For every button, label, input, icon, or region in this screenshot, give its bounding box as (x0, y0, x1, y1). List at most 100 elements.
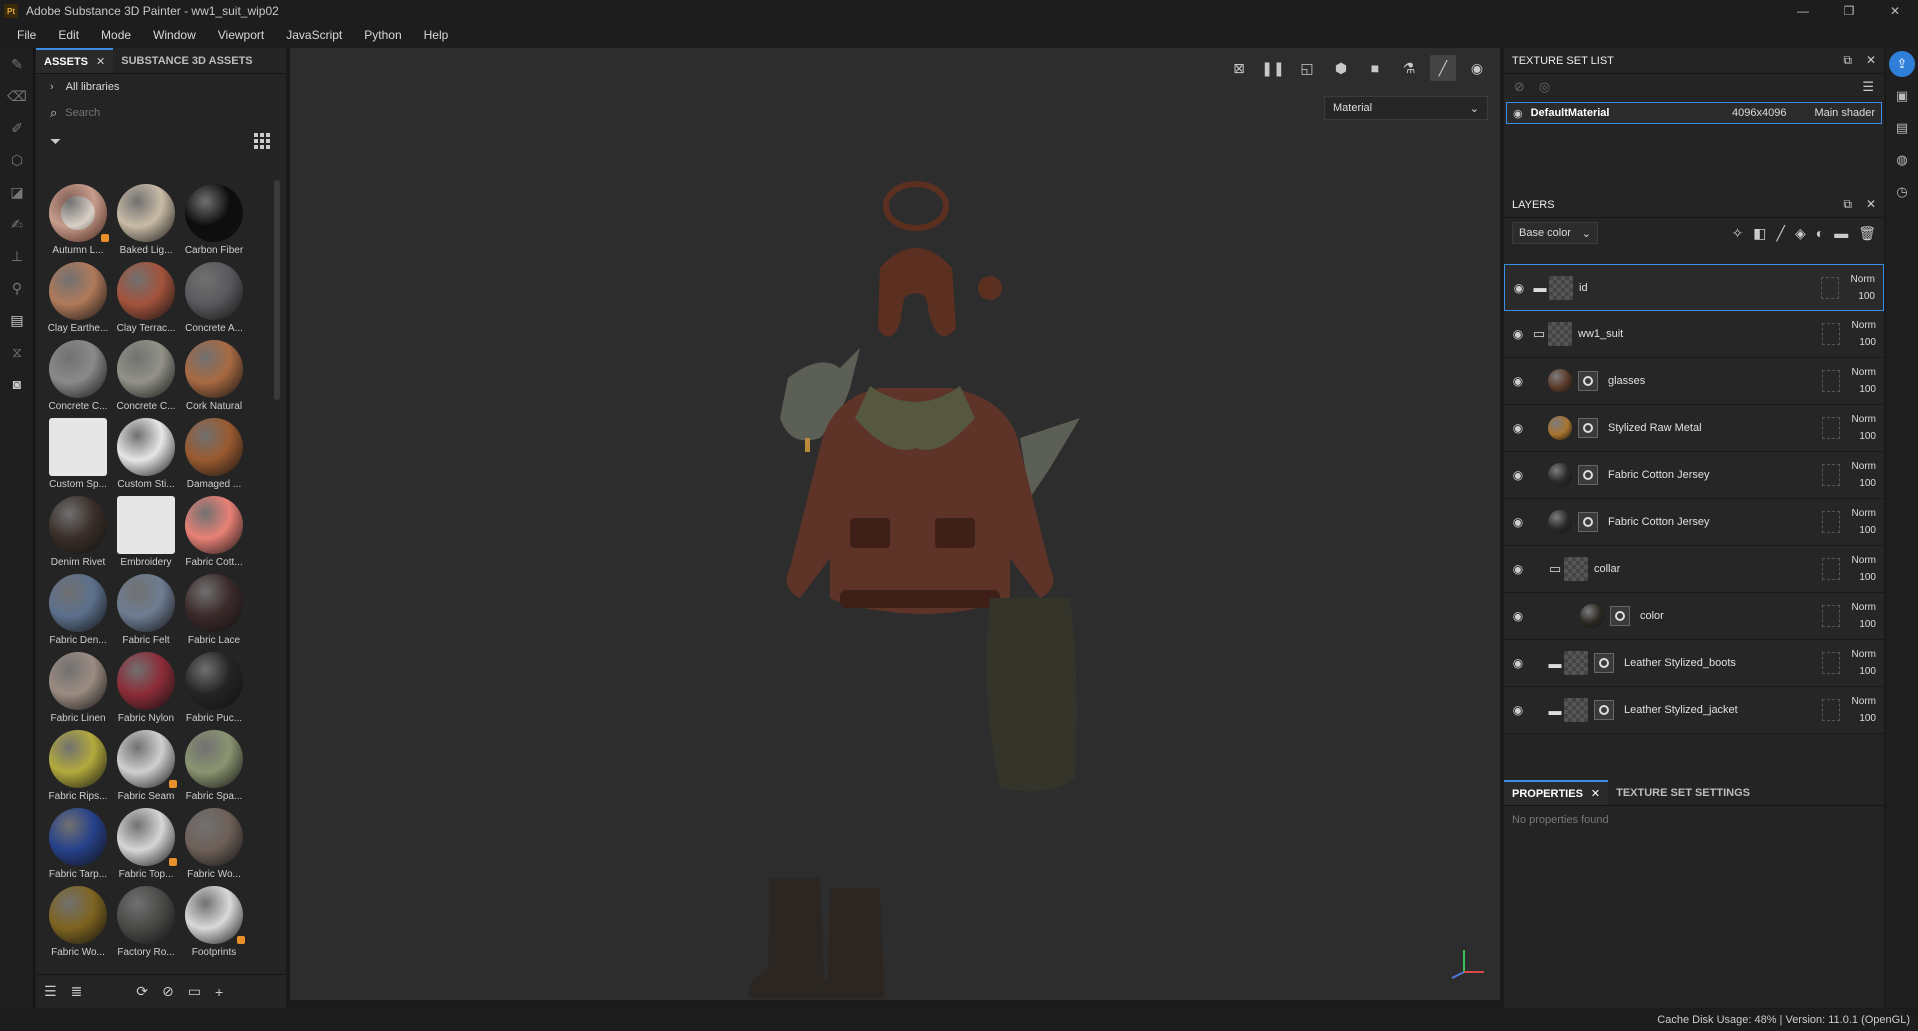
asset-item[interactable]: Fabric Rips... (44, 726, 112, 804)
polygon-fill-icon[interactable]: ◪ (0, 176, 34, 208)
filter-icon[interactable]: ⏷ (50, 133, 61, 150)
blend-mode[interactable]: Norm (1852, 552, 1876, 569)
visibility-icon[interactable]: ◎ (1539, 79, 1550, 95)
tab-assets[interactable]: ASSETS ✕ (36, 48, 114, 73)
layer-blend-settings[interactable]: Norm 100 (1852, 599, 1876, 633)
asset-item[interactable]: Fabric Lace (180, 570, 248, 648)
pause-icon[interactable]: ❚❚ (1260, 55, 1286, 81)
menu-icon[interactable]: ☰ (1862, 79, 1874, 95)
asset-item[interactable]: Fabric Cott... (180, 492, 248, 570)
asset-item[interactable]: Cork Natural (180, 336, 248, 414)
layer-blend-settings[interactable]: Norm 100 (1852, 458, 1876, 492)
layer-opacity[interactable]: 100 (1852, 663, 1876, 680)
layer-row[interactable]: ◉ Stylized Raw Metal Norm 100 (1504, 405, 1884, 452)
asset-item[interactable]: Fabric Spa... (180, 726, 248, 804)
layer-blend-swatch[interactable] (1821, 277, 1839, 299)
shader-settings-icon[interactable]: ▤ (1886, 112, 1918, 144)
asset-item[interactable]: Fabric Nylon (112, 648, 180, 726)
close-window-button[interactable]: ✕ (1872, 0, 1918, 22)
add-folder-icon[interactable]: ▬ (1834, 225, 1848, 242)
close-icon[interactable]: ✕ (1866, 197, 1876, 212)
layer-blend-swatch[interactable] (1822, 652, 1840, 674)
asset-item[interactable]: Fabric Seam (112, 726, 180, 804)
asset-item[interactable]: Custom Sp... (44, 414, 112, 492)
menu-python[interactable]: Python (353, 28, 412, 42)
blend-mode[interactable]: Norm (1852, 505, 1876, 522)
restore-button[interactable]: ❐ (1826, 0, 1872, 22)
eye-icon[interactable]: ◉ (1506, 609, 1530, 623)
menu-window[interactable]: Window (142, 28, 207, 42)
display-settings-icon[interactable]: ▣ (1886, 80, 1918, 112)
layer-mask-icon[interactable] (1594, 700, 1614, 720)
texture-set-row[interactable]: ◉ DefaultMaterial 4096x4096 Main shader (1506, 102, 1882, 124)
float-panel-icon[interactable]: ⧉ (1843, 197, 1852, 212)
layer-blend-settings[interactable]: Norm 100 (1852, 411, 1876, 445)
layer-blend-settings[interactable]: Norm 100 (1852, 552, 1876, 586)
layer-mask-icon[interactable] (1594, 653, 1614, 673)
close-icon[interactable]: ✕ (96, 55, 105, 68)
viewport-mode-select[interactable]: Material ⌄ (1324, 96, 1488, 120)
asset-item[interactable]: Fabric Tarp... (44, 804, 112, 882)
close-icon[interactable]: ✕ (1591, 787, 1600, 800)
eye-icon[interactable]: ◉ (1506, 421, 1530, 435)
view-2d-icon[interactable]: ◱ (1294, 55, 1320, 81)
layer-opacity[interactable]: 100 (1852, 428, 1876, 445)
folder-icon[interactable]: ▭ (188, 983, 201, 1000)
asset-item[interactable]: Autumn L... (44, 180, 112, 258)
layer-row[interactable]: ◉ ▬ id Norm 100 (1504, 264, 1884, 311)
asset-item[interactable]: Carbon Fiber (180, 180, 248, 258)
layer-opacity[interactable]: 100 (1851, 288, 1875, 305)
eye-icon[interactable]: ◉ (1513, 107, 1523, 120)
menu-javascript[interactable]: JavaScript (275, 28, 353, 42)
asset-item[interactable]: Concrete C... (112, 336, 180, 414)
delete-layer-icon[interactable]: 🗑 (1858, 225, 1876, 242)
eye-icon[interactable]: ◉ (1506, 656, 1530, 670)
asset-item[interactable]: Fabric Den... (44, 570, 112, 648)
layer-opacity[interactable]: 100 (1852, 710, 1876, 727)
asset-item[interactable]: Damaged ... (180, 414, 248, 492)
layer-blend-settings[interactable]: Norm 100 (1852, 693, 1876, 727)
float-panel-icon[interactable]: ⧉ (1843, 53, 1852, 68)
layer-mask-icon[interactable] (1578, 465, 1598, 485)
asset-item[interactable]: Concrete C... (44, 336, 112, 414)
assets-scrollbar[interactable] (274, 180, 280, 400)
asset-item[interactable]: Clay Terrac... (112, 258, 180, 336)
color-picker-icon[interactable]: ⚲ (0, 272, 34, 304)
layer-blend-swatch[interactable] (1822, 370, 1840, 392)
menu-edit[interactable]: Edit (47, 28, 90, 42)
layer-blend-settings[interactable]: Norm 100 (1852, 646, 1876, 680)
asset-item[interactable]: Fabric Top... (112, 804, 180, 882)
asset-item[interactable]: Footprints (180, 882, 248, 960)
asset-item[interactable]: Denim Rivet (44, 492, 112, 570)
export-icon[interactable]: ⇪ (1889, 51, 1915, 77)
view-3d-icon[interactable]: ⬢ (1328, 55, 1354, 81)
layer-blend-settings[interactable]: Norm 100 (1851, 271, 1875, 305)
add-icon[interactable]: + (215, 984, 223, 1000)
search-input[interactable] (65, 107, 246, 119)
asset-item[interactable]: Clay Earthe... (44, 258, 112, 336)
asset-item[interactable]: Embroidery (112, 492, 180, 570)
asset-item[interactable]: Fabric Wo... (44, 882, 112, 960)
collapse-icon[interactable]: ≣ (71, 983, 83, 1000)
blend-mode[interactable]: Norm (1851, 271, 1875, 288)
layer-row[interactable]: ◉ color Norm 100 (1504, 593, 1884, 640)
folder-icon[interactable]: ▭ (1546, 561, 1564, 577)
viewport-3d[interactable]: ⊠ ❚❚ ◱ ⬢ ■ ⚗ ╱ ◉ Material ⌄ (290, 48, 1500, 1000)
close-icon[interactable]: ✕ (1866, 53, 1876, 68)
eye-icon[interactable]: ◉ (1506, 327, 1530, 341)
add-fill-layer-icon[interactable]: ◈ (1795, 225, 1806, 242)
layer-opacity[interactable]: 100 (1852, 381, 1876, 398)
layer-row[interactable]: ◉ Fabric Cotton Jersey Norm 100 (1504, 499, 1884, 546)
add-paint-layer-icon[interactable]: ╱ (1777, 225, 1785, 242)
asset-item[interactable]: Fabric Linen (44, 648, 112, 726)
asset-item[interactable]: Baked Lig... (112, 180, 180, 258)
layer-row[interactable]: ◉ glasses Norm 100 (1504, 358, 1884, 405)
geometry-mask-icon[interactable]: ⬡ (0, 144, 34, 176)
folder-icon[interactable]: ▬ (1546, 656, 1564, 671)
history-icon[interactable]: ⊘ (162, 983, 174, 1000)
layer-row[interactable]: ◉ ▭ collar Norm 100 (1504, 546, 1884, 593)
asset-item[interactable]: Factory Ro... (112, 882, 180, 960)
blend-mode[interactable]: Norm (1852, 693, 1876, 710)
menu-file[interactable]: File (6, 28, 47, 42)
asset-item[interactable]: Custom Sti... (112, 414, 180, 492)
